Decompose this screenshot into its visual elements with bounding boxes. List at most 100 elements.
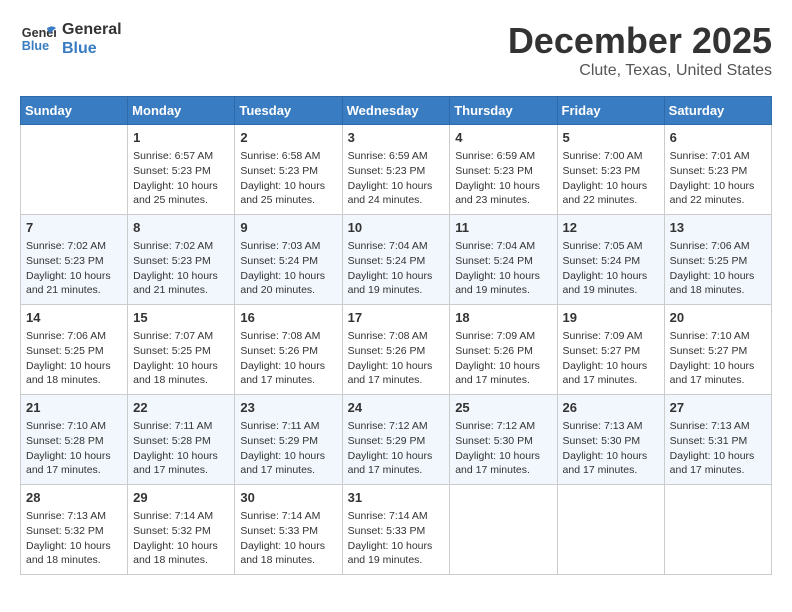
- logo: General Blue General Blue: [20, 20, 122, 58]
- day-info: Sunrise: 7:11 AMSunset: 5:29 PMDaylight:…: [240, 419, 336, 478]
- day-info: Sunrise: 7:13 AMSunset: 5:32 PMDaylight:…: [26, 509, 122, 568]
- day-info: Sunrise: 7:11 AMSunset: 5:28 PMDaylight:…: [133, 419, 229, 478]
- day-number: 28: [26, 489, 122, 507]
- day-info: Sunrise: 7:13 AMSunset: 5:31 PMDaylight:…: [670, 419, 766, 478]
- calendar-cell: 16 Sunrise: 7:08 AMSunset: 5:26 PMDayligh…: [235, 305, 342, 395]
- day-info: Sunrise: 7:14 AMSunset: 5:33 PMDaylight:…: [240, 509, 336, 568]
- day-header-friday: Friday: [557, 97, 664, 125]
- calendar-cell: [450, 485, 557, 575]
- logo-blue: Blue: [62, 39, 122, 58]
- day-number: 20: [670, 309, 766, 327]
- day-number: 5: [563, 129, 659, 147]
- calendar-cell: 11 Sunrise: 7:04 AMSunset: 5:24 PMDayligh…: [450, 215, 557, 305]
- calendar-week-row: 14Sunrise: 7:06 AMSunset: 5:25 PMDayligh…: [21, 305, 772, 395]
- day-header-sunday: Sunday: [21, 97, 128, 125]
- calendar-title-area: December 2025 Clute, Texas, United State…: [508, 20, 772, 80]
- day-info: Sunrise: 7:02 AMSunset: 5:23 PMDaylight:…: [26, 239, 122, 298]
- calendar-cell: 19 Sunrise: 7:09 AMSunset: 5:27 PMDayligh…: [557, 305, 664, 395]
- day-number: 9: [240, 219, 336, 237]
- calendar-cell: [664, 485, 771, 575]
- day-info: Sunrise: 6:59 AMSunset: 5:23 PMDaylight:…: [348, 149, 445, 208]
- calendar-week-row: 1Sunrise: 6:57 AMSunset: 5:23 PMDaylight…: [21, 125, 772, 215]
- page-header: General Blue General Blue December 2025 …: [20, 20, 772, 80]
- day-number: 10: [348, 219, 445, 237]
- day-number: 29: [133, 489, 229, 507]
- day-number: 12: [563, 219, 659, 237]
- day-header-tuesday: Tuesday: [235, 97, 342, 125]
- day-info: Sunrise: 7:04 AMSunset: 5:24 PMDaylight:…: [455, 239, 551, 298]
- day-number: 26: [563, 399, 659, 417]
- day-info: Sunrise: 7:10 AMSunset: 5:28 PMDaylight:…: [26, 419, 122, 478]
- svg-text:Blue: Blue: [22, 39, 49, 53]
- calendar-cell: 25 Sunrise: 7:12 AMSunset: 5:30 PMDayligh…: [450, 395, 557, 485]
- day-info: Sunrise: 7:12 AMSunset: 5:30 PMDaylight:…: [455, 419, 551, 478]
- calendar-cell: 23Sunrise: 7:11 AMSunset: 5:29 PMDayligh…: [235, 395, 342, 485]
- day-info: Sunrise: 7:13 AMSunset: 5:30 PMDaylight:…: [563, 419, 659, 478]
- day-number: 24: [348, 399, 445, 417]
- day-number: 13: [670, 219, 766, 237]
- calendar-cell: 13Sunrise: 7:06 AMSunset: 5:25 PMDayligh…: [664, 215, 771, 305]
- calendar-cell: 29 Sunrise: 7:14 AMSunset: 5:32 PMDayligh…: [128, 485, 235, 575]
- calendar-cell: [21, 125, 128, 215]
- day-number: 15: [133, 309, 229, 327]
- logo-general: General: [62, 20, 122, 39]
- day-number: 6: [670, 129, 766, 147]
- day-number: 21: [26, 399, 122, 417]
- day-number: 3: [348, 129, 445, 147]
- calendar-cell: 10 Sunrise: 7:04 AMSunset: 5:24 PMDayligh…: [342, 215, 450, 305]
- calendar-cell: 7 Sunrise: 7:02 AMSunset: 5:23 PMDaylight…: [21, 215, 128, 305]
- day-info: Sunrise: 7:09 AMSunset: 5:26 PMDaylight:…: [455, 329, 551, 388]
- day-header-thursday: Thursday: [450, 97, 557, 125]
- calendar-cell: 1Sunrise: 6:57 AMSunset: 5:23 PMDaylight…: [128, 125, 235, 215]
- calendar-cell: 21 Sunrise: 7:10 AMSunset: 5:28 PMDayligh…: [21, 395, 128, 485]
- calendar-cell: 15 Sunrise: 7:07 AMSunset: 5:25 PMDayligh…: [128, 305, 235, 395]
- day-number: 16: [240, 309, 336, 327]
- calendar-week-row: 21 Sunrise: 7:10 AMSunset: 5:28 PMDayligh…: [21, 395, 772, 485]
- calendar-cell: 18Sunrise: 7:09 AMSunset: 5:26 PMDayligh…: [450, 305, 557, 395]
- calendar-cell: 12 Sunrise: 7:05 AMSunset: 5:24 PMDayligh…: [557, 215, 664, 305]
- day-number: 22: [133, 399, 229, 417]
- day-info: Sunrise: 7:07 AMSunset: 5:25 PMDaylight:…: [133, 329, 229, 388]
- calendar-cell: 28 Sunrise: 7:13 AMSunset: 5:32 PMDayligh…: [21, 485, 128, 575]
- calendar-week-row: 7 Sunrise: 7:02 AMSunset: 5:23 PMDaylight…: [21, 215, 772, 305]
- day-number: 11: [455, 219, 551, 237]
- day-number: 19: [563, 309, 659, 327]
- day-info: Sunrise: 7:10 AMSunset: 5:27 PMDaylight:…: [670, 329, 766, 388]
- calendar-cell: 3 Sunrise: 6:59 AMSunset: 5:23 PMDaylight…: [342, 125, 450, 215]
- day-number: 8: [133, 219, 229, 237]
- logo-icon: General Blue: [20, 21, 56, 57]
- calendar-cell: 20 Sunrise: 7:10 AMSunset: 5:27 PMDayligh…: [664, 305, 771, 395]
- day-info: Sunrise: 7:14 AMSunset: 5:33 PMDaylight:…: [348, 509, 445, 568]
- calendar-cell: 6Sunrise: 7:01 AMSunset: 5:23 PMDaylight…: [664, 125, 771, 215]
- calendar-cell: 30Sunrise: 7:14 AMSunset: 5:33 PMDayligh…: [235, 485, 342, 575]
- calendar-cell: 2Sunrise: 6:58 AMSunset: 5:23 PMDaylight…: [235, 125, 342, 215]
- day-info: Sunrise: 6:57 AMSunset: 5:23 PMDaylight:…: [133, 149, 229, 208]
- day-info: Sunrise: 7:04 AMSunset: 5:24 PMDaylight:…: [348, 239, 445, 298]
- calendar-cell: 4Sunrise: 6:59 AMSunset: 5:23 PMDaylight…: [450, 125, 557, 215]
- day-number: 27: [670, 399, 766, 417]
- calendar-table: SundayMondayTuesdayWednesdayThursdayFrid…: [20, 96, 772, 575]
- calendar-cell: 14Sunrise: 7:06 AMSunset: 5:25 PMDayligh…: [21, 305, 128, 395]
- day-info: Sunrise: 7:05 AMSunset: 5:24 PMDaylight:…: [563, 239, 659, 298]
- day-info: Sunrise: 7:08 AMSunset: 5:26 PMDaylight:…: [240, 329, 336, 388]
- calendar-location: Clute, Texas, United States: [508, 62, 772, 80]
- day-info: Sunrise: 6:59 AMSunset: 5:23 PMDaylight:…: [455, 149, 551, 208]
- calendar-cell: 17Sunrise: 7:08 AMSunset: 5:26 PMDayligh…: [342, 305, 450, 395]
- day-info: Sunrise: 7:12 AMSunset: 5:29 PMDaylight:…: [348, 419, 445, 478]
- calendar-cell: 9Sunrise: 7:03 AMSunset: 5:24 PMDaylight…: [235, 215, 342, 305]
- calendar-cell: 24 Sunrise: 7:12 AMSunset: 5:29 PMDayligh…: [342, 395, 450, 485]
- day-info: Sunrise: 7:06 AMSunset: 5:25 PMDaylight:…: [26, 329, 122, 388]
- calendar-cell: 26 Sunrise: 7:13 AMSunset: 5:30 PMDayligh…: [557, 395, 664, 485]
- day-info: Sunrise: 7:09 AMSunset: 5:27 PMDaylight:…: [563, 329, 659, 388]
- day-header-monday: Monday: [128, 97, 235, 125]
- calendar-week-row: 28 Sunrise: 7:13 AMSunset: 5:32 PMDayligh…: [21, 485, 772, 575]
- day-number: 17: [348, 309, 445, 327]
- day-number: 25: [455, 399, 551, 417]
- calendar-body: 1Sunrise: 6:57 AMSunset: 5:23 PMDaylight…: [21, 125, 772, 575]
- day-header-wednesday: Wednesday: [342, 97, 450, 125]
- day-info: Sunrise: 7:14 AMSunset: 5:32 PMDaylight:…: [133, 509, 229, 568]
- day-header-saturday: Saturday: [664, 97, 771, 125]
- day-info: Sunrise: 6:58 AMSunset: 5:23 PMDaylight:…: [240, 149, 336, 208]
- calendar-cell: 22 Sunrise: 7:11 AMSunset: 5:28 PMDayligh…: [128, 395, 235, 485]
- day-number: 7: [26, 219, 122, 237]
